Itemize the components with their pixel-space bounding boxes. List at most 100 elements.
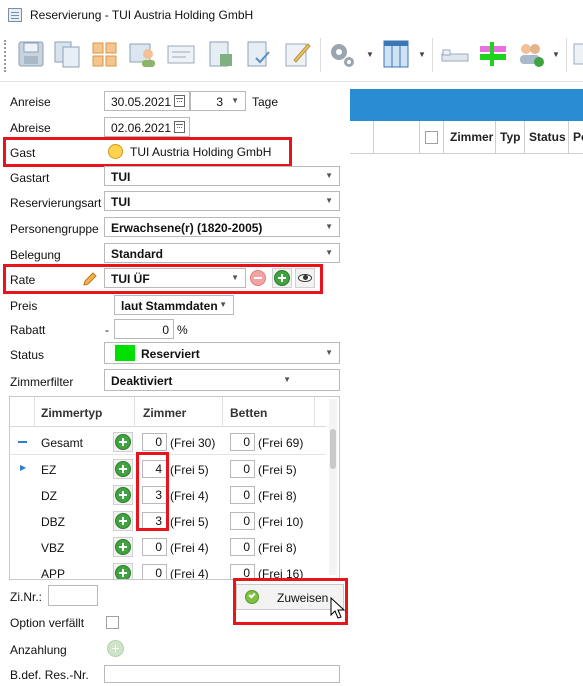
settings-dropdown-icon[interactable]: ▼ — [366, 50, 374, 59]
table-row[interactable]: VBZ 0 (Frei 4) 0 (Frei 8) — [10, 534, 326, 560]
rabatt-input[interactable]: 0 — [114, 319, 174, 339]
betten-input[interactable]: 0 — [230, 538, 255, 556]
anreise-label: Anreise — [10, 95, 51, 109]
copy-icon[interactable] — [52, 38, 82, 70]
zimmer-input[interactable]: 0 — [142, 564, 167, 579]
group-dropdown-icon[interactable]: ▼ — [552, 50, 560, 59]
row-type: APP — [41, 567, 66, 579]
preis-label: Preis — [10, 299, 38, 313]
gastart-label: Gastart — [10, 171, 50, 185]
gastart-value: TUI — [111, 170, 131, 184]
toolbar-more-icon[interactable] — [572, 38, 583, 70]
betten-input[interactable]: 0 — [230, 564, 255, 579]
status-select[interactable]: Reserviert ▼ — [104, 342, 340, 364]
add-room-button[interactable] — [113, 459, 133, 479]
reservierungsart-value: TUI — [111, 195, 131, 209]
belegung-select[interactable]: Standard ▼ — [104, 243, 340, 263]
guest-edit-icon[interactable] — [128, 38, 158, 70]
highlight-rate — [3, 264, 323, 294]
bdef-input[interactable] — [104, 665, 340, 683]
betten-input[interactable]: 0 — [230, 486, 255, 504]
toolbar-separator — [320, 38, 321, 72]
chevron-down-icon[interactable]: ▼ — [325, 196, 333, 205]
betten-input[interactable]: 0 — [230, 460, 255, 478]
gastart-select[interactable]: TUI ▼ — [104, 166, 340, 186]
room-plan-icon[interactable] — [478, 38, 508, 70]
add-anzahlung-icon[interactable] — [107, 640, 124, 657]
document-check-icon[interactable] — [244, 38, 274, 70]
settings-icon[interactable] — [326, 38, 356, 70]
zimmerfilter-select[interactable]: Deaktiviert ▼ — [104, 369, 340, 391]
layout-icon[interactable] — [90, 38, 120, 70]
group-add-icon[interactable] — [516, 38, 546, 70]
zimmer-input[interactable]: 0 — [142, 538, 167, 556]
abreise-date-field[interactable]: 02.06.2021 — [104, 117, 190, 137]
col-zimmertyp[interactable]: Zimmertyp — [41, 406, 102, 420]
abreise-date-value: 02.06.2021 — [111, 121, 172, 135]
collapse-icon[interactable] — [18, 441, 27, 443]
zimmer-frei: (Frei 5) — [170, 463, 209, 477]
add-room-button[interactable] — [113, 511, 133, 531]
chevron-down-icon[interactable]: ▼ — [219, 300, 227, 309]
chevron-down-icon[interactable]: ▼ — [325, 248, 333, 257]
zimmerfilter-value: Deaktiviert — [111, 374, 173, 388]
total-betten-input[interactable]: 0 — [230, 433, 255, 451]
col-typ[interactable]: Typ — [496, 121, 525, 154]
highlight-zimmer-values — [136, 452, 169, 531]
scrollbar-thumb[interactable] — [330, 429, 336, 469]
chevron-down-icon[interactable]: ▼ — [325, 348, 333, 357]
calendar-icon[interactable] — [174, 95, 185, 107]
row-type: VBZ — [41, 541, 65, 555]
col-status[interactable]: Status — [525, 121, 569, 154]
col-betten[interactable]: Betten — [230, 406, 267, 420]
total-zimmer-input[interactable]: 0 — [142, 433, 167, 451]
table-row[interactable]: APP 0 (Frei 4) 0 (Frei 16) — [10, 560, 326, 579]
rabatt-value: 0 — [162, 323, 169, 337]
belegung-value: Standard — [111, 247, 164, 261]
plus-icon — [115, 513, 131, 529]
chevron-down-icon[interactable]: ▼ — [231, 96, 239, 105]
plus-icon — [115, 434, 131, 450]
zimmer-frei: (Frei 4) — [170, 541, 209, 555]
total-betten-frei: (Frei 69) — [258, 436, 304, 450]
highlight-gast — [3, 137, 292, 167]
zinr-input[interactable] — [48, 585, 98, 606]
personengruppe-select[interactable]: Erwachsene(r) (1820-2005) ▼ — [104, 217, 340, 237]
toolbar-grip[interactable] — [4, 40, 7, 72]
betten-frei: (Frei 10) — [258, 515, 304, 529]
save-icon[interactable] — [16, 38, 46, 70]
preis-select[interactable]: laut Stammdaten ▼ — [114, 295, 234, 315]
add-total-button[interactable] — [113, 432, 133, 452]
select-col[interactable] — [420, 121, 444, 154]
zimmer-frei: (Frei 4) — [170, 489, 209, 503]
right-panel-header — [350, 89, 583, 121]
nights-field[interactable]: 3 ▼ — [190, 91, 246, 111]
col-personen[interactable]: Pe — [569, 121, 583, 154]
edit-icon[interactable] — [282, 38, 312, 70]
calendar-icon[interactable] — [174, 121, 185, 133]
add-room-button[interactable] — [113, 485, 133, 505]
belegung-label: Belegung — [10, 248, 61, 262]
anreise-date-field[interactable]: 30.05.2021 — [104, 91, 190, 111]
columns-icon[interactable] — [381, 38, 411, 70]
nights-unit: Tage — [252, 95, 279, 109]
app-icon — [8, 8, 22, 22]
option-checkbox[interactable] — [106, 616, 119, 629]
select-all-checkbox[interactable] — [425, 131, 438, 144]
chevron-down-icon[interactable]: ▼ — [283, 375, 291, 384]
betten-input[interactable]: 0 — [230, 512, 255, 530]
chevron-down-icon[interactable]: ▼ — [325, 222, 333, 231]
reservierungsart-select[interactable]: TUI ▼ — [104, 191, 340, 211]
columns-dropdown-icon[interactable]: ▼ — [418, 50, 426, 59]
col-zimmer[interactable]: Zimmer — [444, 121, 496, 154]
add-room-button[interactable] — [113, 537, 133, 557]
chevron-down-icon[interactable]: ▼ — [325, 171, 333, 180]
bed-icon[interactable] — [440, 38, 470, 70]
grid-scrollbar[interactable] — [329, 399, 337, 575]
card-icon[interactable] — [166, 38, 196, 70]
col-zimmer[interactable]: Zimmer — [143, 406, 186, 420]
betten-frei: (Frei 5) — [258, 463, 297, 477]
status-color-swatch — [115, 345, 135, 361]
export-icon[interactable] — [206, 38, 236, 70]
add-room-button[interactable] — [113, 563, 133, 579]
